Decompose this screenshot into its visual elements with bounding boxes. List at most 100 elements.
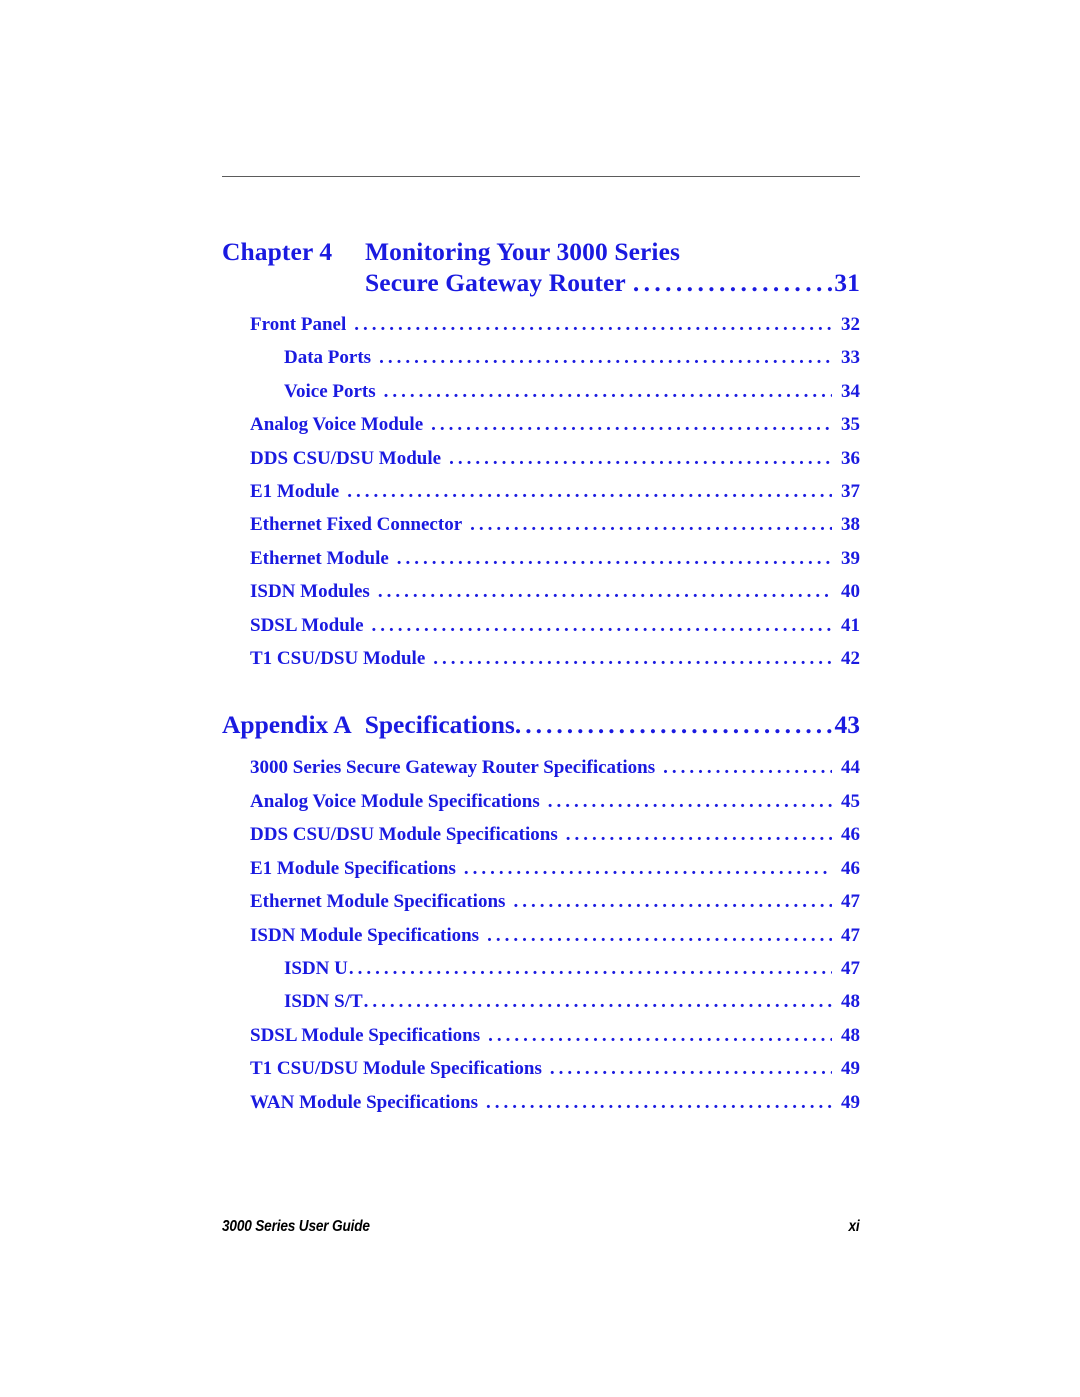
dot-leader <box>486 1086 832 1119</box>
toc-page: Chapter 4 Monitoring Your 3000 Series Se… <box>0 0 1080 1397</box>
toc-entry-page-number: 48 <box>841 1024 860 1046</box>
dot-leader <box>378 575 832 608</box>
toc-entry-page-number: 35 <box>841 414 860 436</box>
dot-leader <box>347 475 832 508</box>
dot-leader <box>515 709 833 740</box>
toc-entry-label: Ethernet Fixed Connector <box>250 514 463 536</box>
toc-entry-page-number: 46 <box>841 857 860 879</box>
toc-entry-page-number: 49 <box>841 1091 860 1113</box>
appendix-page-number: 43 <box>834 710 861 740</box>
dot-leader <box>354 308 832 341</box>
chapter-entry-list: Front Panel 32 Data Ports 33 Voice Ports 34 An… <box>222 308 860 675</box>
toc-entry[interactable]: 3000 Series Secure Gateway Router Specif… <box>222 751 860 784</box>
appendix-heading[interactable]: Appendix A Specifications 43 <box>222 709 860 740</box>
toc-entry[interactable]: ISDN Module Specifications 47 <box>222 919 860 952</box>
toc-entry[interactable]: E1 Module 37 <box>222 475 860 508</box>
toc-entry[interactable]: T1 CSU/DSU Module Specifications 49 <box>222 1052 860 1085</box>
chapter-heading[interactable]: Chapter 4 Monitoring Your 3000 Series Se… <box>222 236 860 298</box>
toc-entry-label: ISDN Module Specifications <box>250 924 480 946</box>
toc-entry[interactable]: E1 Module Specifications 46 <box>222 852 860 885</box>
toc-entry-page-number: 45 <box>841 790 860 812</box>
toc-entry[interactable]: Data Ports 33 <box>222 341 860 374</box>
toc-entry-page-number: 41 <box>841 614 860 636</box>
chapter-page-number: 31 <box>834 268 860 297</box>
dot-leader <box>433 642 832 675</box>
toc-entry-page-number: 34 <box>841 380 860 402</box>
dot-leader <box>397 542 832 575</box>
toc-entry-page-number: 33 <box>841 347 860 369</box>
header-divider-rule <box>222 176 860 177</box>
toc-entry-page-number: 38 <box>841 514 860 536</box>
toc-entry-page-number: 49 <box>841 1058 860 1080</box>
toc-entry[interactable]: ISDN U 47 <box>222 952 860 985</box>
toc-entry[interactable]: Ethernet Module 39 <box>222 542 860 575</box>
toc-entry-page-number: 37 <box>841 481 860 503</box>
toc-entry-label: T1 CSU/DSU Module <box>250 648 426 670</box>
toc-entry-label: ISDN U <box>284 957 348 979</box>
appendix-entry-list: 3000 Series Secure Gateway Router Specif… <box>222 751 860 1118</box>
toc-entry[interactable]: DDS CSU/DSU Module Specifications 46 <box>222 818 860 851</box>
toc-entry-label: Front Panel <box>250 314 347 335</box>
toc-entry-page-number: 42 <box>841 648 860 670</box>
toc-entry-label: T1 CSU/DSU Module Specifications <box>250 1058 542 1080</box>
dot-leader <box>470 508 832 541</box>
dot-leader <box>372 609 832 642</box>
appendix-title: Specifications <box>364 710 515 740</box>
toc-entry-label: Ethernet Module <box>250 547 389 569</box>
toc-entry-page-number: 36 <box>841 447 860 469</box>
toc-entry-label: SDSL Module Specifications <box>250 1024 481 1046</box>
chapter-title-line-2: Secure Gateway Router <box>365 268 626 297</box>
toc-entry-page-number: 32 <box>841 314 860 335</box>
table-of-contents: Chapter 4 Monitoring Your 3000 Series Se… <box>222 236 860 1119</box>
dot-leader <box>487 919 832 952</box>
chapter-title-line-1: Monitoring Your 3000 Series <box>365 237 681 266</box>
toc-entry-label: Analog Voice Module <box>250 414 424 436</box>
toc-entry[interactable]: ISDN Modules 40 <box>222 575 860 608</box>
dot-leader <box>464 852 832 885</box>
dot-leader <box>548 785 832 818</box>
chapter-heading-line-1: Chapter 4 Monitoring Your 3000 Series <box>222 236 860 267</box>
dot-leader <box>633 267 832 298</box>
toc-entry[interactable]: SDSL Module Specifications 48 <box>222 1019 860 1052</box>
dot-leader <box>431 408 832 441</box>
chapter-number-label: Chapter 4 <box>222 237 333 266</box>
toc-entry[interactable]: Voice Ports 34 <box>222 375 860 408</box>
toc-entry-page-number: 40 <box>841 581 860 603</box>
toc-entry-label: ISDN Modules <box>250 581 370 603</box>
toc-entry[interactable]: WAN Module Specifications 49 <box>222 1086 860 1119</box>
toc-entry-label: E1 Module <box>250 481 340 503</box>
toc-entry-label: DDS CSU/DSU Module Specifications <box>250 824 558 846</box>
toc-entry-label: WAN Module Specifications <box>250 1091 478 1113</box>
toc-entry[interactable]: Analog Voice Module Specifications 45 <box>222 785 860 818</box>
toc-entry[interactable]: DDS CSU/DSU Module 36 <box>222 442 860 475</box>
toc-entry-label: Voice Ports <box>284 380 376 402</box>
toc-entry-page-number: 47 <box>841 891 860 913</box>
dot-leader <box>488 1019 832 1052</box>
toc-entry[interactable]: Ethernet Fixed Connector 38 <box>222 508 860 541</box>
dot-leader <box>349 952 832 985</box>
toc-entry[interactable]: Front Panel 32 <box>222 308 860 341</box>
toc-entry[interactable]: Analog Voice Module 35 <box>222 408 860 441</box>
dot-leader <box>663 751 832 784</box>
toc-entry-label: Data Ports <box>284 347 372 369</box>
toc-entry-label: E1 Module Specifications <box>250 857 456 879</box>
toc-entry-label: Analog Voice Module Specifications <box>250 790 540 812</box>
chapter-heading-line-2: Secure Gateway Router 31 <box>222 267 860 298</box>
toc-entry-label: Ethernet Module Specifications <box>250 891 506 913</box>
dot-leader <box>379 341 832 374</box>
dot-leader <box>513 885 832 918</box>
toc-entry-page-number: 39 <box>841 547 860 569</box>
toc-entry[interactable]: SDSL Module 41 <box>222 609 860 642</box>
toc-entry-label: ISDN S/T <box>284 991 363 1013</box>
toc-entry-label: DDS CSU/DSU Module <box>250 447 442 469</box>
toc-entry-label: 3000 Series Secure Gateway Router Specif… <box>250 757 656 779</box>
appendix-label: Appendix A <box>222 710 352 740</box>
toc-entry-page-number: 47 <box>841 924 860 946</box>
dot-leader <box>384 375 832 408</box>
toc-entry[interactable]: ISDN S/T 48 <box>222 985 860 1018</box>
toc-entry[interactable]: T1 CSU/DSU Module 42 <box>222 642 860 675</box>
toc-entry[interactable]: Ethernet Module Specifications 47 <box>222 885 860 918</box>
toc-entry-page-number: 48 <box>841 991 860 1013</box>
footer-document-title: 3000 Series User Guide <box>222 1218 370 1235</box>
page-footer: 3000 Series User Guide xi <box>222 1218 860 1236</box>
